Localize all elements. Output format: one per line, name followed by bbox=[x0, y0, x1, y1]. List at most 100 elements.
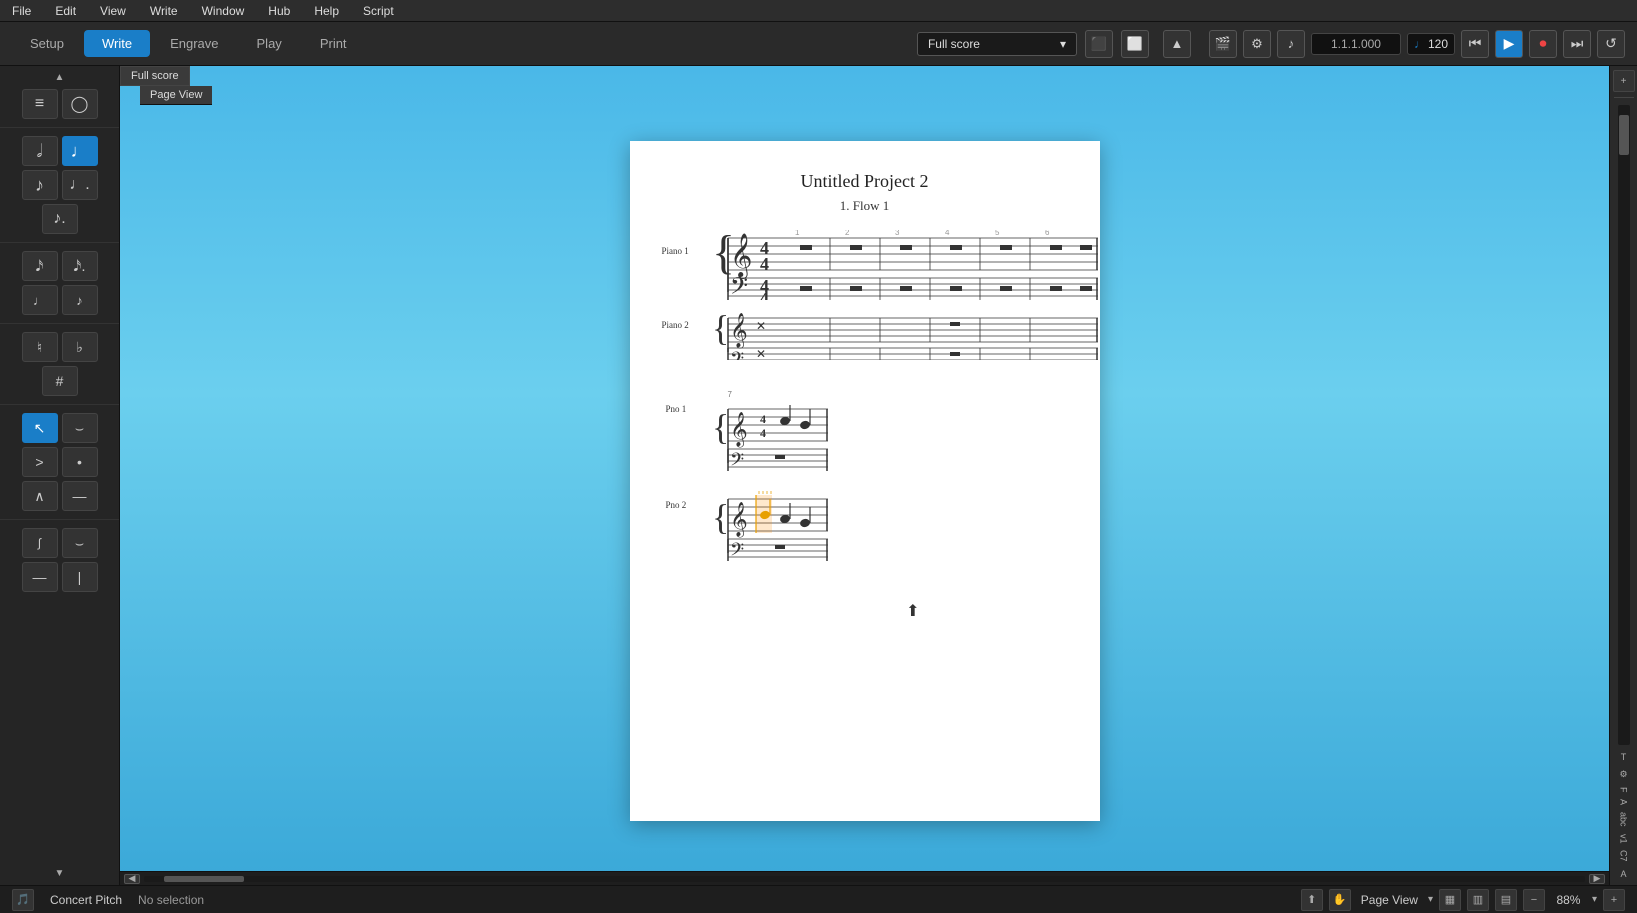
svg-text:✕: ✕ bbox=[756, 319, 766, 333]
svg-text:𝄢: 𝄢 bbox=[730, 449, 744, 471]
zoom-out-btn[interactable]: − bbox=[1523, 889, 1545, 911]
piano2-staff[interactable]: { 𝄞 ✕ bbox=[710, 310, 1100, 360]
record-btn[interactable]: ⏺ bbox=[1529, 30, 1557, 58]
full-score-label[interactable]: Full score bbox=[120, 66, 190, 86]
measure-num-2: 7 bbox=[728, 390, 1070, 399]
menu-script[interactable]: Script bbox=[359, 2, 398, 20]
tool-curve[interactable]: ⌣ bbox=[62, 528, 98, 558]
rewind-btn[interactable]: ⏮ bbox=[1461, 30, 1489, 58]
zoom-in-btn[interactable]: + bbox=[1603, 889, 1625, 911]
right-panel-label-C7[interactable]: C7 bbox=[1617, 848, 1631, 864]
full-score-tab[interactable]: Page View bbox=[140, 86, 212, 105]
loop-btn[interactable]: ↺ bbox=[1597, 30, 1625, 58]
tool-lines[interactable]: ≡ bbox=[22, 89, 58, 119]
tool-cresc[interactable]: ∫ bbox=[22, 528, 58, 558]
tool-line[interactable]: — bbox=[22, 562, 58, 592]
score-dropdown[interactable]: Full score ▾ bbox=[917, 32, 1077, 56]
tool-dotted-eighth[interactable]: ♪. bbox=[42, 204, 78, 234]
right-panel-label-settings[interactable]: ⚙ bbox=[1617, 767, 1629, 782]
pno2-staff-2[interactable]: { 𝄞 bbox=[710, 491, 830, 561]
tool-flat[interactable]: ♭ bbox=[62, 332, 98, 362]
tool-vert-line[interactable]: | bbox=[62, 562, 98, 592]
status-tool-1[interactable]: ⬆ bbox=[1301, 889, 1323, 911]
camera-btn[interactable]: 🎬 bbox=[1209, 30, 1237, 58]
score-area[interactable]: Page View Full score Untitled Project 2 … bbox=[120, 66, 1609, 885]
vertical-scroll-track[interactable] bbox=[1618, 105, 1630, 745]
tool-sixteenth[interactable]: 𝅘𝅥𝅯 bbox=[22, 251, 58, 281]
tool-select[interactable]: ↖ bbox=[22, 413, 58, 443]
menu-help[interactable]: Help bbox=[310, 2, 343, 20]
tool-sharp[interactable]: # bbox=[42, 366, 78, 396]
scroll-right-btn[interactable]: ▶ bbox=[1589, 874, 1605, 884]
layout-1-col[interactable]: ▦ bbox=[1439, 889, 1461, 911]
no-selection-label: No selection bbox=[138, 893, 204, 907]
mixer-btn[interactable]: ⚙ bbox=[1243, 30, 1271, 58]
svg-text:4: 4 bbox=[760, 288, 769, 300]
right-btn-add-top[interactable]: + bbox=[1613, 70, 1635, 92]
tab-play[interactable]: Play bbox=[239, 30, 300, 57]
right-panel-label-A[interactable]: A bbox=[1617, 797, 1631, 807]
status-tool-hand[interactable]: ✋ bbox=[1329, 889, 1351, 911]
svg-text:𝄢: 𝄢 bbox=[730, 348, 744, 360]
right-panel-label-F[interactable]: F bbox=[1617, 785, 1631, 795]
collapse-up-btn[interactable]: ▲ bbox=[1163, 30, 1191, 58]
vertical-scroll-thumb[interactable] bbox=[1619, 115, 1629, 155]
forward-btn[interactable]: ⏭ bbox=[1563, 30, 1591, 58]
tab-write[interactable]: Write bbox=[84, 30, 150, 57]
svg-text:𝄞: 𝄞 bbox=[730, 502, 748, 538]
right-panel-label-abc[interactable]: abc bbox=[1617, 810, 1631, 829]
tool-tenuto[interactable]: — bbox=[62, 481, 98, 511]
zoom-arrow[interactable]: ▾ bbox=[1592, 894, 1597, 905]
scroll-track[interactable] bbox=[144, 876, 1585, 882]
collapse-up[interactable]: ▲ bbox=[0, 70, 119, 85]
pno1-staff-2[interactable]: { 𝄞 4 4 bbox=[710, 401, 830, 471]
tool-accent[interactable]: > bbox=[22, 447, 58, 477]
sound-btn[interactable]: ♪ bbox=[1277, 30, 1305, 58]
tab-setup[interactable]: Setup bbox=[12, 30, 82, 57]
tool-staccato[interactable]: • bbox=[62, 447, 98, 477]
menu-window[interactable]: Window bbox=[198, 2, 249, 20]
svg-text:𝄞: 𝄞 bbox=[730, 412, 748, 448]
tab-engrave[interactable]: Engrave bbox=[152, 30, 236, 57]
tool-natural[interactable]: ♮ bbox=[22, 332, 58, 362]
score-icon-btn-1[interactable]: ⬛ bbox=[1085, 30, 1113, 58]
tool-eighth[interactable]: ♪ bbox=[22, 170, 58, 200]
concert-pitch-label[interactable]: Concert Pitch bbox=[50, 893, 122, 907]
tool-dotted-sixteenth[interactable]: 𝅘𝅥𝅯. bbox=[62, 251, 98, 281]
menu-edit[interactable]: Edit bbox=[51, 2, 80, 20]
menu-hub[interactable]: Hub bbox=[264, 2, 294, 20]
tool-grace-2[interactable]: ♪ bbox=[62, 285, 98, 315]
right-panel-label-A2[interactable]: A bbox=[1618, 867, 1628, 881]
main-layout: ▲ ≡ ◯ 𝅗𝅥 ♩ ♪ ♩. ♪. 𝅘𝅥𝅯 𝅘𝅥𝅯. ♩ ♪ ♮ bbox=[0, 66, 1637, 885]
right-panel-label-v1[interactable]: v1 bbox=[1617, 832, 1631, 846]
menu-file[interactable]: File bbox=[8, 2, 35, 20]
layout-2-col[interactable]: ▥ bbox=[1467, 889, 1489, 911]
tool-slur[interactable]: ⌣ bbox=[62, 413, 98, 443]
horizontal-scroll-bar[interactable]: ◀ ▶ bbox=[120, 871, 1609, 885]
tool-quarter[interactable]: ♩ bbox=[62, 136, 98, 166]
tool-marcato[interactable]: ∧ bbox=[22, 481, 58, 511]
right-panel-label-T[interactable]: T bbox=[1619, 750, 1629, 764]
scroll-thumb[interactable] bbox=[164, 876, 244, 882]
menu-write[interactable]: Write bbox=[146, 2, 182, 20]
tool-whole[interactable]: 𝅗𝅥 bbox=[22, 136, 58, 166]
svg-text:𝄞: 𝄞 bbox=[730, 313, 748, 349]
menu-view[interactable]: View bbox=[96, 2, 130, 20]
tab-print[interactable]: Print bbox=[302, 30, 365, 57]
zoom-level-display: 88% bbox=[1551, 893, 1586, 907]
page-view-arrow[interactable]: ▾ bbox=[1428, 894, 1433, 905]
tool-dotted-quarter[interactable]: ♩. bbox=[62, 170, 98, 200]
right-panel: + T ⚙ F A abc v1 C7 A bbox=[1609, 66, 1637, 885]
collapse-down[interactable]: ▼ bbox=[0, 866, 119, 881]
score-icon-btn-2[interactable]: ⬜ bbox=[1121, 30, 1149, 58]
piano1-staff[interactable]: { 𝄞 4 4 bbox=[710, 230, 1100, 300]
score-selector: Full score ▾ ⬛ ⬜ bbox=[917, 30, 1149, 58]
layout-3-col[interactable]: ▤ bbox=[1495, 889, 1517, 911]
scroll-left-btn[interactable]: ◀ bbox=[124, 874, 140, 884]
tool-hide[interactable]: ◯ bbox=[62, 89, 98, 119]
midi-icon-btn[interactable]: 🎵 bbox=[12, 889, 34, 911]
tool-grace-1[interactable]: ♩ bbox=[22, 285, 58, 315]
play-btn[interactable]: ▶ bbox=[1495, 30, 1523, 58]
svg-text:𝄞: 𝄞 bbox=[730, 234, 752, 279]
page-view-label: Page View bbox=[1357, 891, 1422, 909]
